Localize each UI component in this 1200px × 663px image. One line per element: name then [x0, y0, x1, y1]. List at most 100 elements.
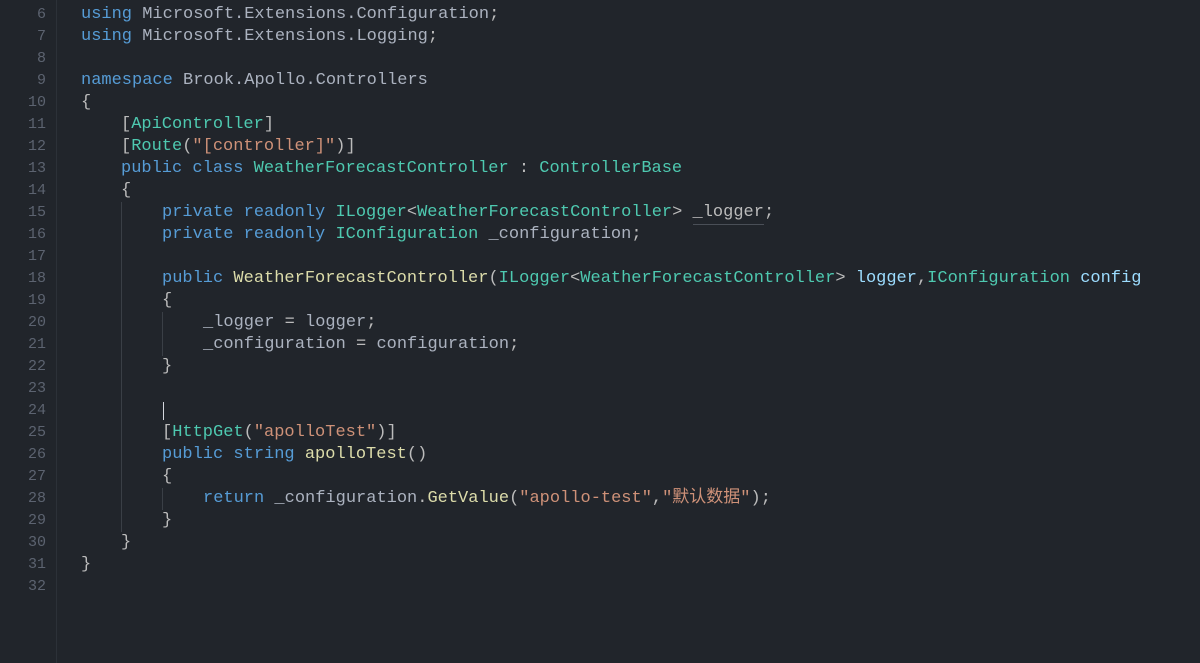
token-punc: (: [244, 422, 254, 444]
indent-guide: [162, 312, 203, 334]
code-line[interactable]: private readonly ILogger<WeatherForecast…: [81, 202, 1200, 224]
token-kw: public: [121, 158, 182, 180]
code-line[interactable]: {: [81, 290, 1200, 312]
code-line[interactable]: }: [81, 554, 1200, 576]
line-number: 8: [0, 48, 52, 70]
code-line[interactable]: _logger = logger;: [81, 312, 1200, 334]
token-punc: [295, 444, 305, 466]
token-str: "apollo-test": [519, 488, 652, 510]
token-punc: ;: [428, 26, 438, 48]
code-line[interactable]: }: [81, 532, 1200, 554]
token-type: Route: [131, 136, 182, 158]
token-ident: Microsoft.Extensions.Configuration: [142, 4, 489, 26]
token-punc: >: [672, 202, 692, 224]
indent-guide: [121, 224, 162, 246]
token-punc: )]: [335, 136, 355, 158]
token-ident: Microsoft.Extensions.Logging: [142, 26, 428, 48]
token-punc: ,: [652, 488, 662, 510]
token-punc: {: [121, 180, 131, 202]
token-punc: }: [121, 532, 131, 554]
token-punc: [173, 70, 183, 92]
code-line[interactable]: [ApiController]: [81, 114, 1200, 136]
line-number: 31: [0, 554, 52, 576]
token-punc: {: [162, 290, 172, 312]
code-line[interactable]: [81, 378, 1200, 400]
code-line[interactable]: {: [81, 92, 1200, 114]
code-line[interactable]: [81, 48, 1200, 70]
token-punc: [: [121, 136, 131, 158]
token-punc: }: [162, 356, 172, 378]
line-number: 17: [0, 246, 52, 268]
indent-guide: [81, 158, 121, 180]
indent-guide: [121, 246, 162, 268]
code-line[interactable]: private readonly IConfiguration _configu…: [81, 224, 1200, 246]
token-punc: {: [81, 92, 91, 114]
code-line[interactable]: using Microsoft.Extensions.Logging;: [81, 26, 1200, 48]
token-punc: =: [274, 312, 305, 334]
code-line[interactable]: {: [81, 466, 1200, 488]
code-area[interactable]: using Microsoft.Extensions.Configuration…: [57, 0, 1200, 663]
indent-guide: [81, 466, 121, 488]
code-line[interactable]: [81, 576, 1200, 598]
token-type: IConfiguration: [927, 268, 1070, 290]
indent-guide: [81, 422, 121, 444]
code-line[interactable]: }: [81, 356, 1200, 378]
token-punc: }: [81, 554, 91, 576]
line-number: 29: [0, 510, 52, 532]
indent-guide: [121, 356, 162, 378]
indent-guide: [81, 114, 121, 136]
indent-guide: [162, 334, 203, 356]
indent-guide: [121, 422, 162, 444]
code-line[interactable]: public WeatherForecastController(ILogger…: [81, 268, 1200, 290]
code-line[interactable]: return _configuration.GetValue("apollo-t…: [81, 488, 1200, 510]
token-punc: )]: [376, 422, 396, 444]
token-kw: readonly: [244, 224, 326, 246]
code-line[interactable]: public string apolloTest(): [81, 444, 1200, 466]
code-line[interactable]: public class WeatherForecastController :…: [81, 158, 1200, 180]
token-punc: <: [570, 268, 580, 290]
line-number: 27: [0, 466, 52, 488]
indent-guide: [121, 290, 162, 312]
token-punc: [325, 202, 335, 224]
code-editor[interactable]: 6789101112131415161718192021222324252627…: [0, 0, 1200, 663]
code-line[interactable]: [81, 246, 1200, 268]
token-punc: ]: [264, 114, 274, 136]
token-ident: _configuration: [203, 334, 346, 356]
indent-guide: [81, 246, 121, 268]
token-str: "默认数据": [662, 488, 750, 510]
line-number: 25: [0, 422, 52, 444]
token-type: WeatherForecastController: [254, 158, 509, 180]
token-ident: _configuration: [274, 488, 417, 510]
token-type: WeatherForecastController: [417, 202, 672, 224]
token-type: ApiController: [131, 114, 264, 136]
token-punc: }: [162, 510, 172, 532]
token-punc: .: [417, 488, 427, 510]
token-kw: readonly: [244, 202, 326, 224]
code-line[interactable]: namespace Brook.Apollo.Controllers: [81, 70, 1200, 92]
token-punc: [223, 268, 233, 290]
code-line[interactable]: [HttpGet("apolloTest")]: [81, 422, 1200, 444]
token-punc: [223, 444, 233, 466]
line-number: 18: [0, 268, 52, 290]
code-line[interactable]: [81, 400, 1200, 422]
indent-guide: [121, 510, 162, 532]
token-punc: (: [182, 136, 192, 158]
line-number: 16: [0, 224, 52, 246]
code-line[interactable]: _configuration = configuration;: [81, 334, 1200, 356]
token-fn: WeatherForecastController: [233, 268, 488, 290]
token-kw: private: [162, 224, 233, 246]
code-line[interactable]: {: [81, 180, 1200, 202]
indent-guide: [81, 268, 121, 290]
code-line[interactable]: }: [81, 510, 1200, 532]
line-number: 12: [0, 136, 52, 158]
text-cursor: [163, 402, 164, 420]
code-line[interactable]: [Route("[controller]")]: [81, 136, 1200, 158]
token-punc: ;: [509, 334, 519, 356]
code-line[interactable]: using Microsoft.Extensions.Configuration…: [81, 4, 1200, 26]
indent-guide: [121, 444, 162, 466]
indent-guide: [81, 312, 121, 334]
token-punc: [: [121, 114, 131, 136]
token-punc: ,: [917, 268, 927, 290]
token-kw: class: [192, 158, 243, 180]
token-kw: return: [203, 488, 264, 510]
